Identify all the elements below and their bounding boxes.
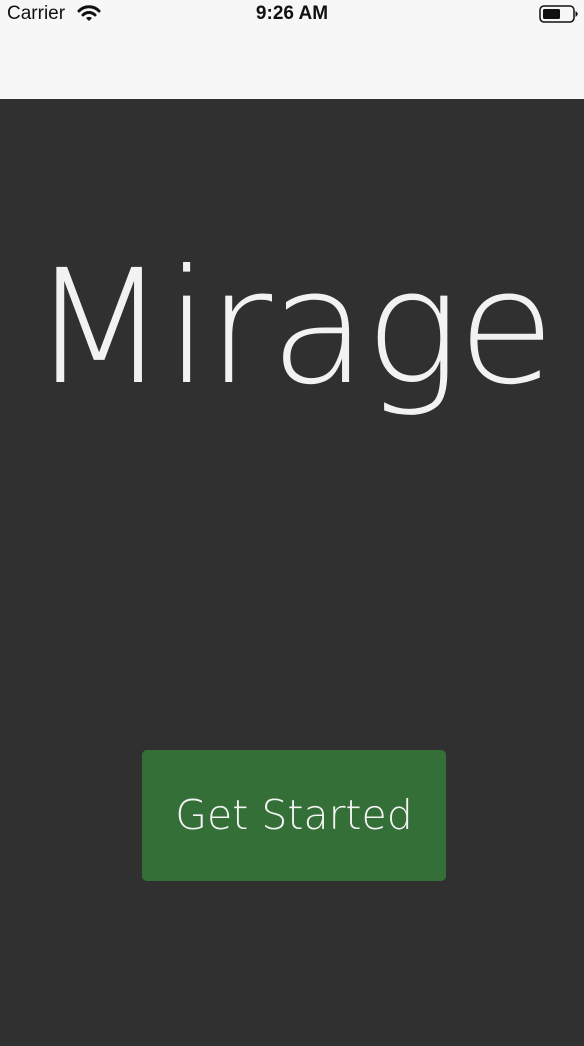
battery-icon [539, 5, 578, 23]
status-bar: Carrier 9:26 AM [0, 0, 584, 99]
main-content: Mirage Get Started [0, 99, 584, 1046]
app-screen: Carrier 9:26 AM Mirage Get Started [0, 0, 584, 1046]
status-time: 9:26 AM [255, 3, 329, 24]
app-title: Mirage [30, 236, 555, 420]
get-started-button[interactable]: Get Started [142, 750, 446, 881]
